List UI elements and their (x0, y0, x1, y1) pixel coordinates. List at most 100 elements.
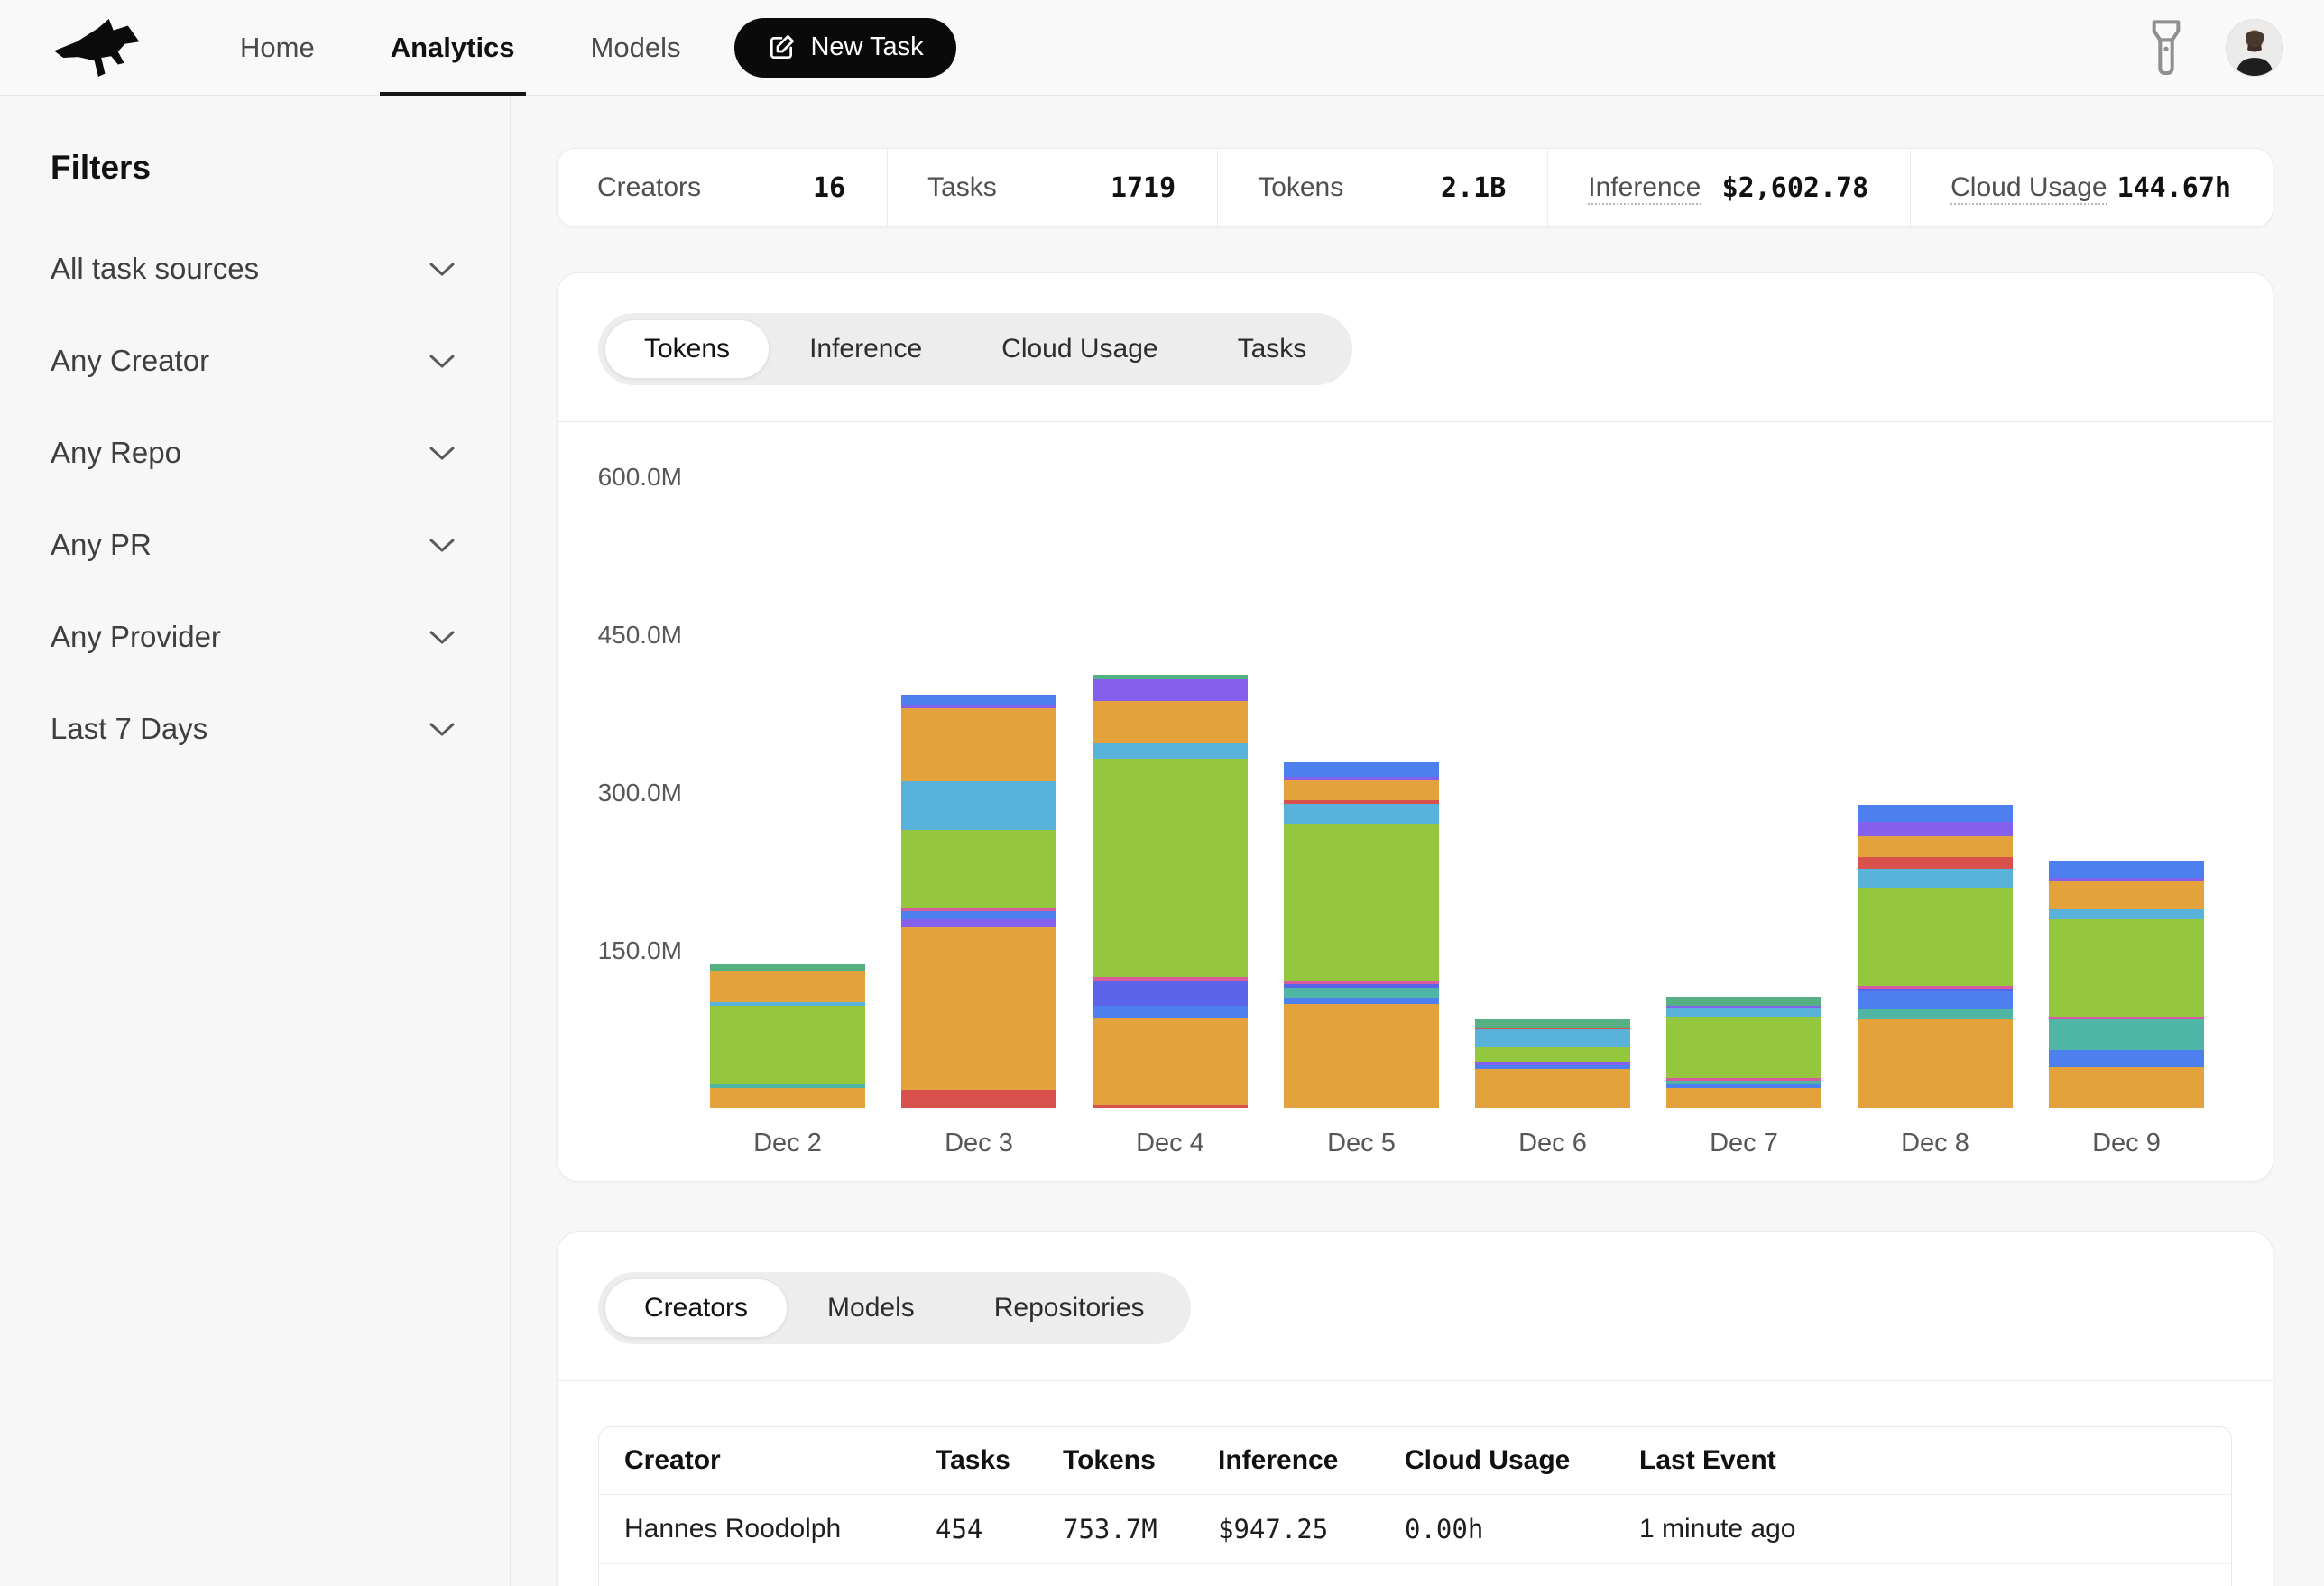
filter-any-creator[interactable]: Any Creator (51, 344, 456, 378)
bar-segment-teal[interactable] (1858, 1009, 2013, 1019)
stat-cloud-usage[interactable]: Cloud Usage144.67h (1911, 149, 2273, 226)
bar-segment-royalblue[interactable] (1284, 762, 1439, 777)
bar-segment-green[interactable] (901, 830, 1056, 908)
bar-segment-skyblue[interactable] (1858, 869, 2013, 888)
filter-any-pr[interactable]: Any PR (51, 528, 456, 562)
filter-all-task-sources[interactable]: All task sources (51, 252, 456, 286)
filter-any-provider[interactable]: Any Provider (51, 620, 456, 654)
chart-tab-tasks[interactable]: Tasks (1198, 319, 1347, 379)
chart-tab-tokens[interactable]: Tokens (604, 319, 770, 379)
nav-home[interactable]: Home (240, 0, 315, 96)
bar-segment-royalblue[interactable] (901, 695, 1056, 706)
bar-segment-green[interactable] (1475, 1047, 1630, 1062)
table-row-rooviewer[interactable]: Rooviewer440544.3M$376.2875.23h3 minutes… (599, 1564, 2231, 1586)
bar-segment-orange[interactable] (1093, 1018, 1248, 1105)
bar-segment-green[interactable] (2049, 919, 2204, 1016)
bar-segment-orange[interactable] (1858, 1019, 2013, 1108)
col-header-label-tasks: Tasks (936, 1445, 1010, 1475)
bar-segment-green[interactable] (710, 1006, 865, 1083)
bar-segment-royalblue[interactable] (1858, 991, 2013, 1010)
bar-segment-skyblue[interactable] (901, 781, 1056, 830)
bar-segment-skyblue[interactable] (1666, 1008, 1821, 1016)
col-header-inference[interactable]: Inference (1218, 1445, 1405, 1476)
bar-segment-royalblue[interactable] (901, 911, 1056, 919)
bar-dec-2[interactable] (710, 964, 865, 1108)
filter-last-7-days[interactable]: Last 7 Days (51, 712, 456, 746)
bar-segment-green[interactable] (1858, 888, 2013, 986)
bar-segment-green[interactable] (1093, 759, 1248, 978)
bar-segment-orange[interactable] (1475, 1069, 1630, 1108)
bar-segment-royalblue[interactable] (1093, 1006, 1248, 1018)
bar-segment-orange[interactable] (1858, 836, 2013, 857)
bar-segment-red[interactable] (1858, 857, 2013, 869)
bar-segment-royalblue[interactable] (2049, 861, 2204, 878)
bar-segment-orange[interactable] (901, 927, 1056, 1090)
bar-segment-orange[interactable] (1666, 1088, 1821, 1108)
col-header-label-inference: Inference (1218, 1445, 1338, 1475)
bar-segment-purple[interactable] (1093, 679, 1248, 700)
bar-dec-5[interactable] (1284, 762, 1439, 1108)
nav-models[interactable]: Models (591, 0, 681, 96)
bar-dec-4[interactable] (1093, 675, 1248, 1108)
bar-segment-orange[interactable] (2049, 1067, 2204, 1109)
stat-creators[interactable]: Creators16 (558, 149, 888, 226)
bar-segment-orange[interactable] (2049, 881, 2204, 909)
bar-segment-orange[interactable] (1093, 701, 1248, 744)
stat-label-tasks: Tasks (927, 172, 997, 203)
bar-dec-8[interactable] (1858, 805, 2013, 1108)
filters-title: Filters (51, 149, 456, 187)
bar-segment-teal[interactable] (1284, 988, 1439, 998)
bar-segment-skyblue[interactable] (1475, 1029, 1630, 1047)
stat-inference[interactable]: Inference$2,602.78 (1548, 149, 1911, 226)
bar-segment-orange[interactable] (1284, 780, 1439, 800)
bar-segment-royalblue[interactable] (2049, 1050, 2204, 1067)
bar-segment-seagreen[interactable] (1475, 1019, 1630, 1028)
flashlight-icon[interactable] (2148, 22, 2184, 74)
bar-segment-purple[interactable] (1858, 822, 2013, 836)
bar-segment-seagreen[interactable] (710, 964, 865, 971)
bar-segment-red[interactable] (1093, 1105, 1248, 1109)
stacked-bar-chart: 600.0M450.0M300.0M150.0MDec 2Dec 3Dec 4D… (558, 422, 2273, 1199)
bar-segment-skyblue[interactable] (1093, 743, 1248, 758)
bar-segment-royalblue[interactable] (1284, 998, 1439, 1004)
xlabel-dec-2: Dec 2 (710, 1129, 865, 1158)
bar-segment-purple[interactable] (901, 919, 1056, 927)
chart-tab-cloud-usage[interactable]: Cloud Usage (962, 319, 1197, 379)
col-header-cloud-usage[interactable]: Cloud Usage (1405, 1445, 1639, 1476)
bar-segment-indigo[interactable] (1093, 981, 1248, 1006)
new-task-button[interactable]: New Task (734, 18, 955, 78)
table-row-hannes-roodolph[interactable]: Hannes Roodolph454753.7M$947.250.00h1 mi… (599, 1495, 2231, 1564)
bar-dec-7[interactable] (1666, 997, 1821, 1108)
bar-segment-red[interactable] (901, 1090, 1056, 1108)
bar-segment-orange[interactable] (710, 1088, 865, 1108)
bar-segment-teal[interactable] (2049, 1019, 2204, 1050)
stat-tokens[interactable]: Tokens2.1B (1218, 149, 1548, 226)
filter-label-all-task-sources: All task sources (51, 252, 259, 286)
bar-segment-skyblue[interactable] (1284, 804, 1439, 824)
nav-analytics[interactable]: Analytics (391, 0, 515, 96)
breakdown-card: CreatorsModelsRepositories CreatorTasksT… (557, 1231, 2273, 1586)
bar-segment-royalblue[interactable] (1858, 805, 2013, 822)
bar-segment-seagreen[interactable] (1666, 997, 1821, 1007)
stat-tasks[interactable]: Tasks1719 (888, 149, 1218, 226)
table-tab-repositories[interactable]: Repositories (954, 1278, 1185, 1338)
bar-segment-orange[interactable] (901, 708, 1056, 781)
table-tab-creators[interactable]: Creators (604, 1278, 788, 1338)
filter-label-any-repo: Any Repo (51, 436, 181, 470)
bar-segment-green[interactable] (1284, 824, 1439, 981)
bar-dec-3[interactable] (901, 695, 1056, 1108)
bar-dec-6[interactable] (1475, 1019, 1630, 1108)
table-tab-models[interactable]: Models (788, 1278, 954, 1338)
xlabel-dec-5: Dec 5 (1284, 1129, 1439, 1158)
chart-tab-inference[interactable]: Inference (770, 319, 962, 379)
filter-any-repo[interactable]: Any Repo (51, 436, 456, 470)
bar-segment-skyblue[interactable] (2049, 909, 2204, 920)
bar-segment-green[interactable] (1666, 1017, 1821, 1079)
chart-tab-group: TokensInferenceCloud UsageTasks (598, 313, 1352, 385)
kangaroo-logo[interactable] (54, 15, 161, 80)
bar-segment-orange[interactable] (710, 971, 865, 1002)
bar-dec-9[interactable] (2049, 861, 2204, 1108)
bar-segment-orange[interactable] (1284, 1004, 1439, 1109)
chart-card: TokensInferenceCloud UsageTasks 600.0M45… (557, 272, 2273, 1182)
avatar[interactable] (2226, 19, 2283, 77)
